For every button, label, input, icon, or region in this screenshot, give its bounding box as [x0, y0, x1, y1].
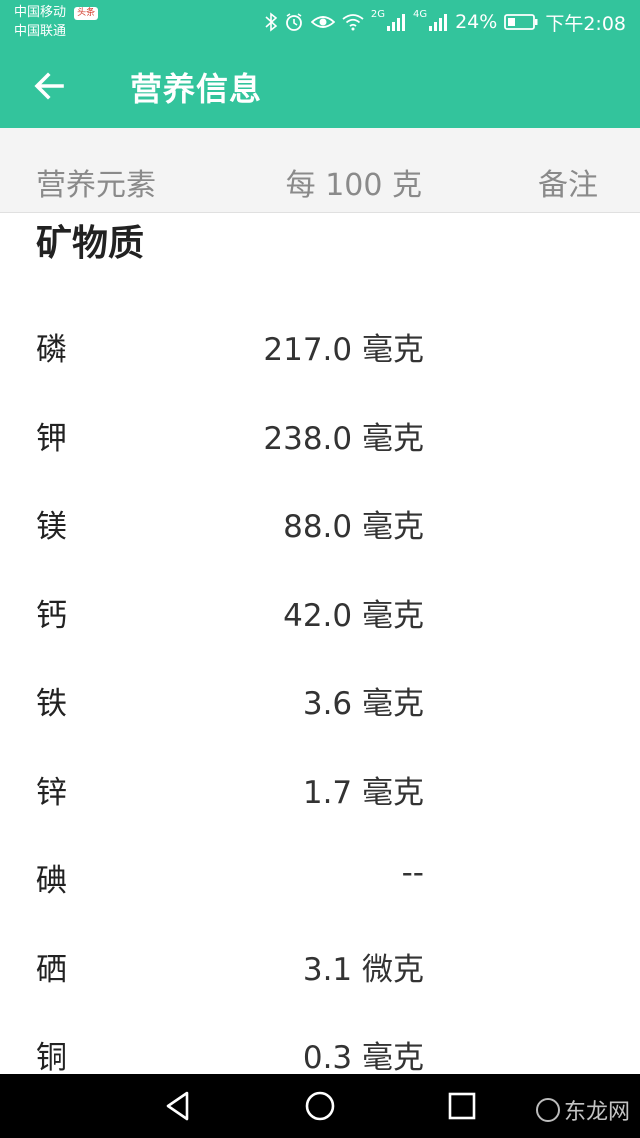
nutrient-amount: 217.0 毫克	[263, 332, 424, 368]
page-title: 营养信息	[130, 70, 263, 108]
nutrient-row: 钙 42.0 毫克	[0, 566, 640, 655]
nutrient-amount: --	[401, 855, 424, 891]
column-header: 营养元素 每 100 克 备注	[0, 128, 640, 213]
watermark-logo-icon	[535, 1098, 560, 1122]
nutrient-amount: 3.1 微克	[302, 951, 424, 988]
home-circle-icon	[305, 1091, 335, 1121]
battery-icon	[504, 14, 538, 30]
nutrient-amount: 42.0 毫克	[283, 597, 424, 634]
nutrient-name: 磷	[36, 332, 67, 368]
back-triangle-icon	[166, 1091, 189, 1121]
nutrient-list: 磷 217.0 毫克 钾 238.0 毫克 镁 88.0 毫克 钙 42.0 毫…	[0, 300, 640, 1097]
alarm-icon	[285, 13, 302, 31]
nutrient-row: 磷 217.0 毫克	[0, 300, 640, 389]
screen: 中国移动 头条 中国联通 2G 4G 24% 下午2:08 营养信息 营养元素 …	[0, 0, 640, 1138]
signal-icon	[386, 14, 405, 31]
nutrient-name: 铜	[36, 1040, 67, 1076]
nutrient-row: 镁 88.0 毫克	[0, 477, 640, 566]
column-header-name: 营养元素	[36, 168, 156, 203]
section-title: 矿物质	[36, 223, 145, 264]
nav-back-button[interactable]	[160, 1088, 196, 1124]
column-header-amount: 每 100 克	[285, 168, 422, 203]
nutrient-name: 碘	[36, 863, 67, 899]
recents-square-icon	[448, 1092, 476, 1120]
wifi-icon	[342, 14, 364, 31]
nutrient-row: 硒 3.1 微克	[0, 920, 640, 1009]
nutrient-amount: 0.3 毫克	[302, 1040, 424, 1076]
network-type-2: 4G	[412, 8, 428, 20]
nutrient-name: 硒	[36, 951, 67, 988]
nutrient-amount: 88.0 毫克	[283, 509, 424, 545]
nutrient-name: 镁	[36, 509, 67, 545]
arrow-left-icon	[34, 72, 64, 100]
news-badge: 头条	[74, 7, 99, 20]
navigation-bar: 东龙网	[0, 1074, 640, 1138]
carrier-1-label: 中国移动	[14, 5, 67, 20]
network-type-1: 2G	[370, 8, 385, 20]
nutrient-name: 铁	[36, 686, 67, 722]
nav-home-button[interactable]	[302, 1088, 338, 1124]
watermark-text: 东龙网	[563, 1100, 630, 1125]
back-button[interactable]	[30, 66, 70, 106]
watermark: 东龙网	[535, 1094, 630, 1126]
eye-icon	[310, 16, 335, 28]
nutrient-name: 钙	[36, 597, 67, 634]
status-icons: 2G 4G 24% 下午2:08	[265, 8, 626, 36]
nutrient-name: 锌	[36, 774, 67, 811]
nutrient-amount: 1.7 毫克	[302, 774, 424, 811]
nutrient-row: 锌 1.7 毫克	[0, 743, 640, 832]
nutrient-amount: 238.0 毫克	[263, 420, 424, 457]
carrier-info: 中国移动 头条 中国联通	[14, 3, 99, 41]
battery-percent: 24%	[455, 11, 498, 33]
carrier-2: 中国联通	[14, 24, 67, 39]
nav-recents-button[interactable]	[444, 1088, 480, 1124]
signal-icon-2	[429, 14, 448, 31]
nutrient-row: 钾 238.0 毫克	[0, 389, 640, 478]
clock: 下午2:08	[545, 12, 626, 35]
column-header-note: 备注	[538, 168, 598, 203]
carrier-1: 中国移动 头条	[14, 3, 99, 22]
bluetooth-icon	[265, 12, 277, 32]
nutrient-name: 钾	[36, 420, 67, 457]
status-bar: 中国移动 头条 中国联通 2G 4G 24% 下午2:08	[0, 0, 640, 44]
nutrient-row: 碘 --	[0, 831, 640, 920]
nutrient-amount: 3.6 毫克	[302, 686, 424, 722]
app-bar: 营养信息	[0, 44, 640, 128]
nutrient-row: 铁 3.6 毫克	[0, 654, 640, 743]
